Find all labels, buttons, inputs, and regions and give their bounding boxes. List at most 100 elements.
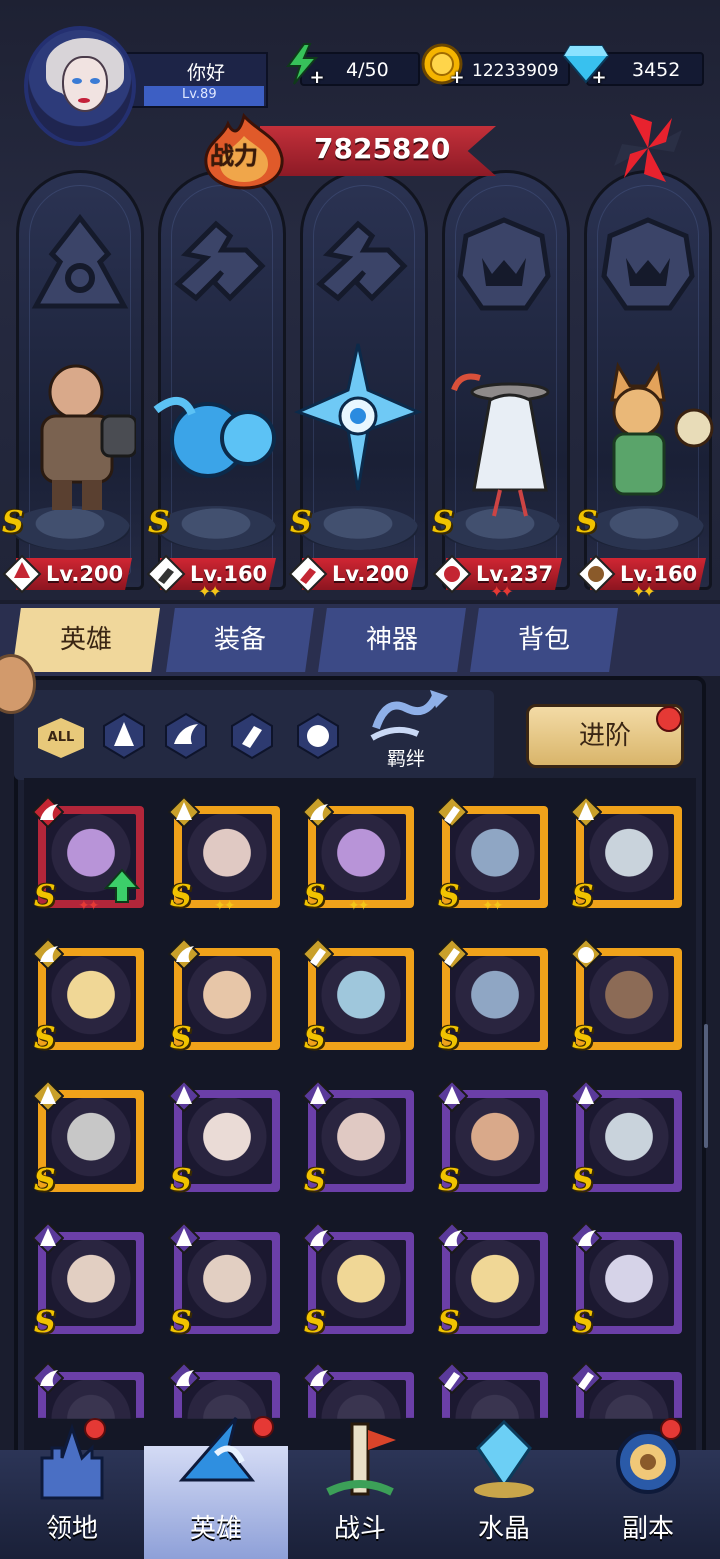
rarity-s-badge: S <box>572 1305 594 1340</box>
wing-class-icon <box>302 796 334 828</box>
diamond-icon[interactable]: + <box>562 42 610 88</box>
gold-value: 12233909 <box>472 61 559 81</box>
mage-class-icon <box>570 1080 602 1112</box>
nav-item-wizard-hat[interactable]: 英雄 <box>144 1416 288 1559</box>
player-info[interactable]: 你好 Lv.89 <box>118 52 268 108</box>
wrench-class-icon <box>146 554 186 594</box>
wrench-filter-icon[interactable] <box>230 712 274 760</box>
nav-label: 水晶 <box>477 1514 530 1544</box>
tab-equipment[interactable]: 装备 <box>166 608 314 672</box>
beast-slot-icon <box>601 217 695 311</box>
wing-filter-icon[interactable] <box>164 712 208 760</box>
hero-card[interactable]: S ✦✦ <box>168 796 280 914</box>
tab-artifacts[interactable]: 神器 <box>318 608 466 672</box>
team-hero-slot-4[interactable]: S <box>430 340 570 550</box>
mage-class-icon <box>32 1222 64 1254</box>
hero-card[interactable]: S <box>436 1080 548 1198</box>
nav-label: 领地 <box>45 1514 98 1544</box>
beast-class-icon <box>576 554 616 594</box>
hero-card[interactable]: S <box>32 1222 144 1340</box>
rarity-s-badge: S <box>34 1305 56 1340</box>
wing-class-icon <box>570 1222 602 1254</box>
wrench-class-icon <box>436 1362 468 1394</box>
hero-card[interactable]: S <box>570 938 682 1056</box>
lightning-icon[interactable]: + <box>280 42 326 88</box>
hero-card[interactable]: S <box>168 1222 280 1340</box>
team-hero-slot-3[interactable]: S <box>288 340 428 550</box>
wrench-slot-icon <box>174 220 266 302</box>
player-avatar[interactable] <box>24 26 136 146</box>
wrench-class-icon <box>436 796 468 828</box>
hero-card[interactable]: S <box>570 796 682 914</box>
gold-coin-icon[interactable]: + <box>420 42 466 88</box>
wing-class-icon <box>168 1362 200 1394</box>
notification-dot <box>660 1418 682 1440</box>
crystal-drone-figure <box>293 343 423 491</box>
hero-card[interactable]: S <box>32 938 144 1056</box>
rarity-s-badge: S <box>170 1163 192 1198</box>
rarity-s-badge: S <box>304 1163 326 1198</box>
wrench-slot-icon <box>316 220 408 302</box>
cat-shaman-figure <box>610 361 714 496</box>
team-star-rating: ✦✦ <box>490 582 514 601</box>
hero-card[interactable]: S <box>570 1080 682 1198</box>
mage-slot-icon <box>31 214 129 309</box>
nav-label: 战斗 <box>333 1514 386 1544</box>
hero-card[interactable]: S <box>168 1080 280 1198</box>
team-star-rating: ✦✦ <box>632 582 656 601</box>
nav-item-castle[interactable]: 领地 <box>0 1418 144 1559</box>
nav-item-battle-banner[interactable]: 战斗 <box>288 1418 432 1559</box>
team-hero-slot-2[interactable]: S <box>146 340 286 550</box>
nav-label: 英雄 <box>189 1514 242 1544</box>
rarity-s-badge: S <box>438 1021 460 1056</box>
rarity-s-badge: S <box>576 505 598 540</box>
add-gold-icon[interactable]: + <box>448 69 466 88</box>
nav-item-crystal[interactable]: 水晶 <box>432 1418 576 1559</box>
hero-card[interactable]: S <box>168 938 280 1056</box>
battle-banner-icon <box>326 1422 396 1496</box>
notification-dot <box>252 1416 274 1438</box>
wing-class-icon <box>32 1362 64 1394</box>
hero-card[interactable]: S ✦✦ <box>436 796 548 914</box>
hero-card[interactable]: S <box>570 1222 682 1340</box>
wing-class-icon <box>32 938 64 970</box>
hero-card[interactable]: S <box>302 1222 414 1340</box>
team-hero-slot-1[interactable]: S <box>0 340 140 550</box>
combat-power: 战力 7825820 <box>198 112 498 190</box>
tab-heroes[interactable]: 英雄 <box>12 608 160 672</box>
wing-class-icon <box>168 938 200 970</box>
add-diamond-icon[interactable]: + <box>590 69 608 88</box>
hero-card[interactable]: S <box>436 938 548 1056</box>
hero-grid-scrollbar[interactable] <box>704 1024 708 1148</box>
hero-card[interactable]: S ✦✦ <box>32 796 144 914</box>
rarity-s-badge: S <box>304 1305 326 1340</box>
rarity-s-badge: S <box>572 1163 594 1198</box>
tab-backpack[interactable]: 背包 <box>470 608 618 672</box>
hero-card[interactable]: S <box>32 1080 144 1198</box>
hero-card[interactable]: S <box>436 1222 548 1340</box>
beast-filter-icon[interactable] <box>296 712 340 760</box>
team-level-value: Lv.200 <box>332 562 410 586</box>
player-name: 你好 <box>186 62 225 84</box>
mage-filter-icon[interactable] <box>102 712 146 760</box>
rarity-s-badge: S <box>2 505 24 540</box>
bond-button[interactable]: 羁绊 <box>356 688 456 772</box>
menu-pinwheel-icon[interactable] <box>608 108 688 188</box>
hero-card[interactable]: S <box>302 938 414 1056</box>
hero-card[interactable]: S ✦✦ <box>302 796 414 914</box>
notification-dot <box>656 706 682 732</box>
crystal-icon <box>474 1419 534 1498</box>
bond-label: 羁绊 <box>386 748 425 770</box>
add-energy-icon[interactable]: + <box>308 69 326 88</box>
mage-class-icon <box>168 796 200 828</box>
mage-class-icon <box>302 1080 334 1112</box>
wizard-hat-icon <box>178 1417 256 1482</box>
nav-item-portal[interactable]: 副本 <box>576 1418 720 1559</box>
power-value: 7825820 <box>314 132 451 165</box>
rarity-s-badge: S <box>170 1021 192 1056</box>
hero-card[interactable]: S <box>302 1080 414 1198</box>
player-level: Lv.89 <box>182 87 217 102</box>
team-hero-slot-5[interactable]: S <box>574 340 714 550</box>
rarity-s-badge: S <box>438 1163 460 1198</box>
team-level-value: Lv.237 <box>476 562 554 586</box>
